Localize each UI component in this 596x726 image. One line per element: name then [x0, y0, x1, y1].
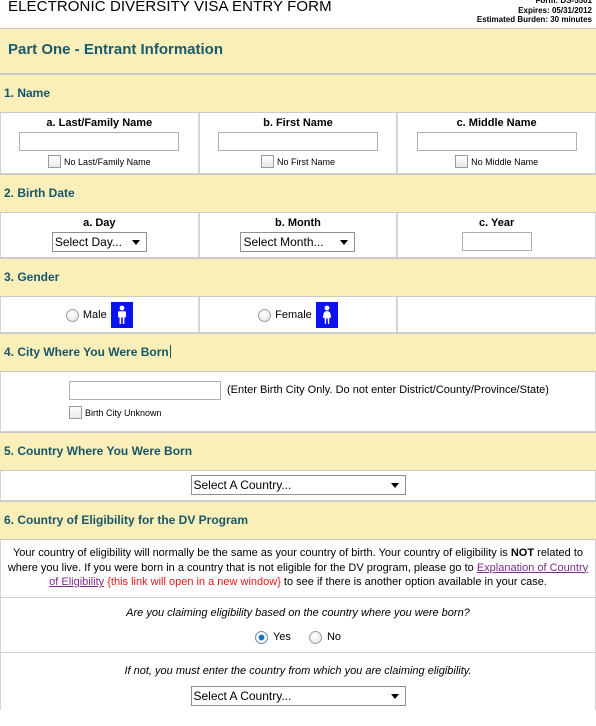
section-header-birth-date: 2. Birth Date [0, 174, 596, 213]
section-header-birth-country: 5. Country Where You Were Born [0, 432, 596, 471]
last-name-cell: a. Last/Family Name No Last/Family Name [0, 113, 199, 173]
eligibility-question-text: Are you claiming eligibility based on th… [126, 606, 470, 619]
no-first-name-checkbox[interactable] [260, 155, 274, 168]
gender-empty-cell [397, 297, 596, 332]
birth-month-select[interactable]: Select Month... [240, 232, 356, 252]
eligibility-question-row: Are you claiming eligibility based on th… [0, 597, 596, 653]
section-title-birth-city: 4. City Where You Were Born [4, 345, 171, 359]
first-name-input[interactable] [217, 132, 378, 151]
section-title-name: 1. Name [4, 86, 51, 100]
female-figure-icon [315, 302, 338, 328]
eligibility-notice-part3: to see if there is another option availa… [280, 576, 547, 588]
page-header: ELECTRONIC DIVERSITY VISA ENTRY FORM For… [0, 0, 596, 28]
eligibility-country-select[interactable]: Select A Country... [190, 685, 406, 706]
eligibility-if-not-text: If not, you must enter the country from … [124, 664, 472, 677]
gender-female-radio[interactable] [258, 308, 272, 322]
no-first-name-label: No First Name [276, 156, 335, 167]
birth-year-input[interactable] [461, 232, 532, 251]
eligibility-yes-no-group: Yes No [1, 630, 595, 644]
section-header-name: 1. Name [0, 74, 596, 113]
middle-name-input[interactable] [416, 132, 577, 151]
section-title-birth-date: 2. Birth Date [4, 186, 75, 200]
middle-name-label: c. Middle Name [456, 117, 537, 129]
gender-female-label: Female [275, 309, 312, 321]
gender-female-cell[interactable]: Female [198, 297, 398, 332]
birth-city-input[interactable] [69, 381, 221, 400]
first-name-label: b. First Name [263, 117, 333, 129]
part-one-header: Part One - Entrant Information [0, 28, 596, 74]
first-name-cell: b. First Name No First Name [198, 113, 398, 173]
no-middle-name-label: No Middle Name [471, 156, 539, 167]
birth-day-label: a. Day [83, 217, 116, 229]
eligibility-no-radio[interactable] [308, 630, 322, 644]
no-last-name-checkbox[interactable] [48, 155, 62, 168]
section-title-birth-country: 5. Country Where You Were Born [4, 444, 193, 458]
eligibility-notice-part1: Your country of eligibility will normall… [12, 547, 511, 559]
section-title-eligibility: 6. Country of Eligibility for the DV Pro… [4, 513, 249, 527]
section-title-birth-city-text: 4. City Where You Were Born [4, 345, 169, 359]
last-name-label: a. Last/Family Name [46, 117, 153, 129]
page-title: ELECTRONIC DIVERSITY VISA ENTRY FORM [8, 0, 332, 15]
gender-male-radio[interactable] [65, 308, 79, 322]
birth-month-cell: b. Month Select Month... [198, 213, 398, 257]
no-last-name-row[interactable]: No Last/Family Name [1, 155, 198, 168]
gender-male-cell[interactable]: Male [0, 297, 199, 332]
section-header-eligibility: 6. Country of Eligibility for the DV Pro… [0, 501, 596, 540]
gender-male-label: Male [82, 309, 107, 321]
birth-month-label: b. Month [275, 217, 321, 229]
eligibility-yes-radio[interactable] [254, 630, 268, 644]
birth-month-select-wrap[interactable]: Select Month... [240, 232, 356, 252]
birth-city-unknown-checkbox[interactable] [69, 406, 82, 419]
birth-city-input-wrap [69, 381, 221, 400]
section-header-gender: 3. Gender [0, 258, 596, 297]
eligibility-yes-label: Yes [272, 631, 291, 643]
birth-country-row: Select A Country... [0, 471, 596, 501]
eligibility-no-label: No [326, 631, 341, 643]
birth-day-select-wrap[interactable]: Select Day... [51, 232, 147, 252]
birth-city-hint: (Enter Birth City Only. Do not enter Dis… [227, 384, 549, 396]
form-metadata: Form: DS-5501 Expires: 05/31/2012 Estima… [477, 0, 592, 25]
form-expiry: Expires: 05/31/2012 [518, 5, 592, 15]
gender-row: Male Female [0, 297, 596, 333]
birth-year-cell: c. Year [397, 213, 596, 257]
birth-day-select[interactable]: Select Day... [51, 232, 147, 252]
section-header-birth-city: 4. City Where You Were Born [0, 333, 596, 372]
eligibility-notice: Your country of eligibility will normall… [0, 540, 596, 598]
birth-city-unknown-label: Birth City Unknown [85, 407, 162, 418]
birth-country-select-wrap[interactable]: Select A Country... [190, 475, 406, 495]
name-fields-row: a. Last/Family Name No Last/Family Name … [0, 113, 596, 174]
birth-year-label: c. Year [478, 217, 515, 229]
form-burden: Estimated Burden: 30 minutes [476, 15, 592, 24]
birth-city-row: (Enter Birth City Only. Do not enter Dis… [0, 372, 596, 432]
eligibility-country-row: If not, you must enter the country from … [0, 652, 596, 710]
eligibility-notice-not: NOT [510, 547, 535, 559]
birth-country-select[interactable]: Select A Country... [190, 475, 406, 495]
text-caret [169, 345, 171, 358]
no-last-name-label: No Last/Family Name [64, 156, 151, 167]
no-first-name-row[interactable]: No First Name [200, 155, 397, 168]
birth-city-unknown-row[interactable]: Birth City Unknown [69, 406, 162, 419]
male-figure-icon [110, 302, 133, 328]
no-middle-name-row[interactable]: No Middle Name [398, 155, 595, 168]
part-one-title: Part One - Entrant Information [8, 41, 224, 58]
eligibility-country-select-wrap[interactable]: Select A Country... [190, 685, 406, 706]
last-name-input[interactable] [19, 132, 180, 151]
birth-day-cell: a. Day Select Day... [0, 213, 199, 257]
section-title-gender: 3. Gender [4, 270, 60, 284]
eligibility-notice-red: {this link will open in a new window} [107, 576, 281, 588]
birth-date-row: a. Day Select Day... b. Month Select Mon… [0, 213, 596, 258]
no-middle-name-checkbox[interactable] [455, 155, 469, 168]
middle-name-cell: c. Middle Name No Middle Name [397, 113, 596, 173]
